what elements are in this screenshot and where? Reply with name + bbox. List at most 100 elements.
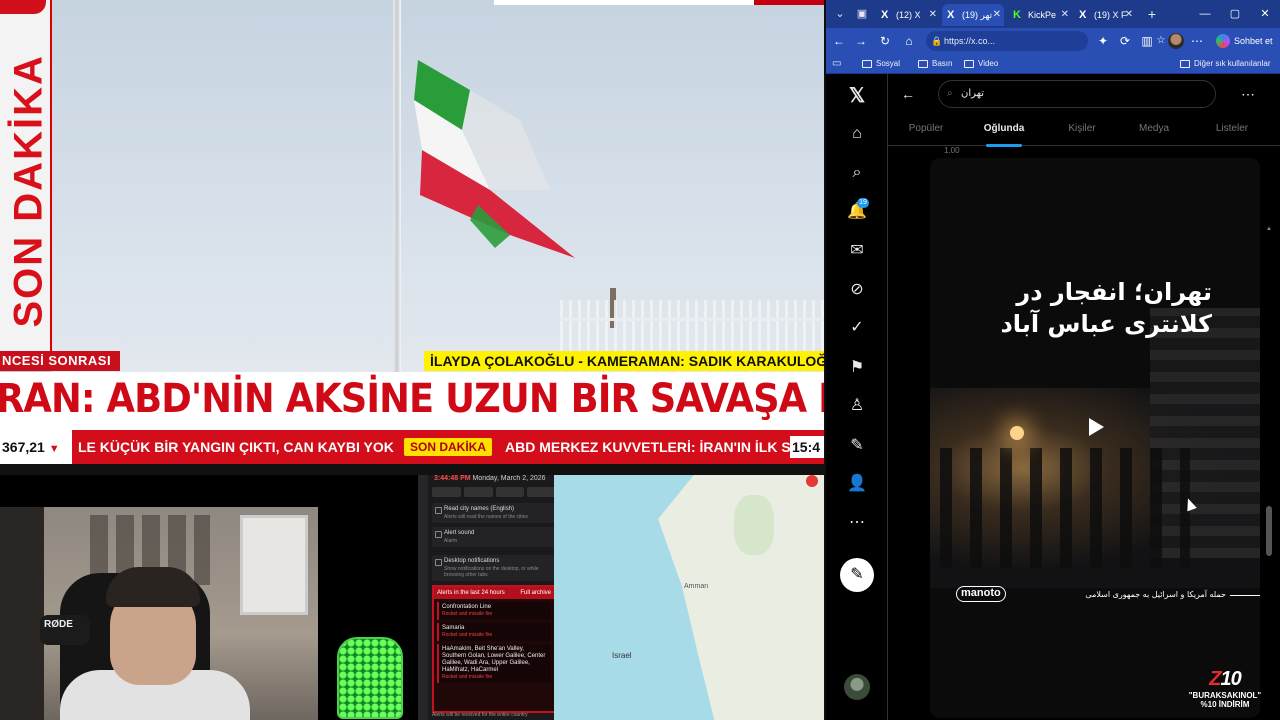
workspaces-icon[interactable]: ▣ xyxy=(854,6,870,22)
credits-strip: İLAYDA ÇOLAKOĞLU - KAMERAMAN: SADIK KARA… xyxy=(424,351,824,371)
x-favicon-icon: X xyxy=(1079,9,1087,21)
tab-people[interactable]: Kişiler xyxy=(1044,114,1120,146)
scrollbar-thumb[interactable] xyxy=(1266,506,1272,556)
new-tab-icon[interactable]: + xyxy=(1144,6,1160,22)
maximize-icon[interactable]: ▢ xyxy=(1220,0,1250,28)
account-avatar[interactable] xyxy=(844,674,870,700)
map-region xyxy=(734,495,774,555)
favorites-bar: ▭ Sosyal Basın Video Diğer sık kullanıla… xyxy=(826,54,1280,74)
alert-item[interactable]: HaAmakim, Beit She'an Valley, Southern G… xyxy=(437,644,551,683)
grok-icon[interactable]: ⊘ xyxy=(843,276,871,304)
alerts-btn-1[interactable] xyxy=(432,487,461,497)
webcam-feed: RØDE xyxy=(0,475,418,720)
top-white-bar xyxy=(494,0,754,5)
alerts-btn-4[interactable] xyxy=(527,487,554,497)
video-player[interactable]: تهران؛ انفجار در کلانتری عباس آباد manot… xyxy=(930,158,1260,718)
channel-logo xyxy=(0,0,46,14)
favorite-folder-video[interactable]: Video xyxy=(964,54,998,74)
close-tab-icon[interactable]: ✕ xyxy=(1061,4,1069,26)
alert-item[interactable]: Samaria Rocket and missile fire xyxy=(437,623,551,641)
back-arrow-icon[interactable]: ← xyxy=(898,84,918,104)
alert-item-title: Samaria xyxy=(442,625,465,631)
back-icon[interactable]: ← xyxy=(830,32,848,50)
alerts-btn-2[interactable] xyxy=(463,487,493,497)
news-ticker: 367,21 ▼ LE KÜÇÜK BİR YANGIN ÇIKTI, CAN … xyxy=(0,430,824,464)
close-tab-icon[interactable]: ✕ xyxy=(929,4,937,26)
messages-icon[interactable]: ✉ xyxy=(843,237,871,265)
tab-lists[interactable]: Listeler xyxy=(1194,114,1270,146)
other-favorites-folder[interactable]: Diğer sık kullanılanlar xyxy=(1180,54,1270,74)
url-bar[interactable]: 🔒 https://x.co... xyxy=(926,31,1088,51)
favorite-folder-basin[interactable]: Basın xyxy=(918,54,952,74)
verified-icon[interactable]: ✓ xyxy=(843,314,871,342)
scroll-up-icon[interactable]: ▲ xyxy=(1266,226,1272,232)
alert-item[interactable]: Confrontation Line Rocket and missile fi… xyxy=(437,602,551,620)
sync-icon[interactable]: ⟳ xyxy=(1116,32,1134,50)
jobs-icon[interactable]: ♙ xyxy=(843,392,871,420)
favorite-label: Basın xyxy=(932,59,953,68)
option-desktop-title: Desktop notifications xyxy=(444,558,500,564)
tab-popular[interactable]: Popüler xyxy=(888,114,964,146)
fence-rail xyxy=(560,318,824,321)
explore-search-icon[interactable]: ⌕ xyxy=(843,159,871,187)
x-sidebar: 𝕏 ⌂ ⌕ 🔔 19 ✉ ⊘ ✓ ⚑ ♙ ✎ 👤 ⋯ ✎ xyxy=(826,74,888,720)
tab-media[interactable]: Medya xyxy=(1120,114,1188,146)
alerts-box-title: Alerts in the last 24 hours xyxy=(437,590,505,596)
alerts-panel: 3:44:48 PM Monday, March 2, 2026 Read ci… xyxy=(418,475,554,720)
cam-person-hair xyxy=(106,567,200,607)
lock-icon: 🔒 xyxy=(931,36,943,46)
copilot-button[interactable]: Sohbet et xyxy=(1216,32,1278,50)
forward-icon[interactable]: → xyxy=(852,32,870,50)
side-banner-text: SON DAKİKA xyxy=(6,54,51,328)
option-alert-sound[interactable]: Alert sound Alarm xyxy=(432,527,554,547)
profile-icon[interactable]: 👤 xyxy=(843,470,871,498)
market-index: 367,21 ▼ xyxy=(0,430,72,464)
tab-3[interactable]: K KickPe ✕ xyxy=(1008,4,1072,26)
tab-latest[interactable]: Oğlunda xyxy=(964,114,1044,147)
x-feed: 1.00 تهران؛ انفجار در کلانتری عباس آباد … xyxy=(888,146,1274,720)
search-options-icon[interactable]: ⋯ xyxy=(1238,84,1258,104)
home-icon[interactable]: ⌂ xyxy=(843,120,871,148)
x-search-input[interactable]: ⌕ تهران xyxy=(938,80,1216,108)
tab-2-active[interactable]: X (19) تهر ✕ xyxy=(942,4,1004,26)
notifications-bell-icon[interactable]: 🔔 19 xyxy=(843,198,871,226)
more-menu-icon[interactable]: ⋯ xyxy=(1188,32,1206,50)
close-window-icon[interactable]: ✕ xyxy=(1250,0,1280,28)
more-options-icon[interactable]: ⋯ xyxy=(843,509,871,537)
kick-favicon-icon: K xyxy=(1013,9,1021,21)
x-logo-icon[interactable]: 𝕏 xyxy=(843,82,871,110)
tab-1[interactable]: X (12) X ✕ xyxy=(876,4,940,26)
compose-post-icon[interactable]: ✎ xyxy=(840,558,874,592)
minimize-icon[interactable]: — xyxy=(1190,0,1220,28)
option-read-city-title: Read city names (English) xyxy=(444,506,515,512)
close-tab-icon[interactable]: ✕ xyxy=(1125,4,1133,26)
reading-icon[interactable]: ▭ xyxy=(832,54,841,74)
close-tab-icon[interactable]: ✕ xyxy=(993,4,1001,26)
option-read-city[interactable]: Read city names (English) Alerts will re… xyxy=(432,503,554,523)
full-archive-link[interactable]: Full archive xyxy=(520,587,551,599)
profile-avatar[interactable] xyxy=(1168,33,1184,49)
option-desktop-notifications[interactable]: Desktop notifications Show notifications… xyxy=(432,555,554,581)
tab-list-icon[interactable]: ⌄ xyxy=(832,6,848,22)
copilot-label: Sohbet et xyxy=(1234,36,1273,46)
refresh-icon[interactable]: ↻ xyxy=(876,32,894,50)
extensions-icon[interactable]: ✦ xyxy=(1094,32,1112,50)
tab-label: (19) X F xyxy=(1094,10,1127,20)
bookmarks-icon[interactable]: ⚑ xyxy=(843,354,871,382)
top-red-bar xyxy=(754,0,824,5)
ticker-shadow xyxy=(0,464,824,475)
favorite-folder-sosyal[interactable]: Sosyal xyxy=(862,54,900,74)
alerts-map[interactable]: Amman Israel xyxy=(554,475,824,720)
video-title: تهران؛ انفجار در کلانتری عباس آباد xyxy=(1000,278,1212,338)
glowing-jar xyxy=(337,637,403,719)
articles-icon[interactable]: ✎ xyxy=(843,432,871,460)
home-icon[interactable]: ⌂ xyxy=(900,32,918,50)
folder-icon xyxy=(862,60,872,68)
map-land xyxy=(658,475,824,720)
tab-label: Oğlunda xyxy=(983,123,1025,134)
tab-label: Medya xyxy=(1138,123,1169,134)
play-icon[interactable] xyxy=(1082,414,1108,440)
alerts-btn-3[interactable] xyxy=(495,487,525,497)
alerts-datetime: 3:44:48 PM Monday, March 2, 2026 xyxy=(434,475,546,482)
tab-4[interactable]: X (19) X F ✕ xyxy=(1074,4,1136,26)
